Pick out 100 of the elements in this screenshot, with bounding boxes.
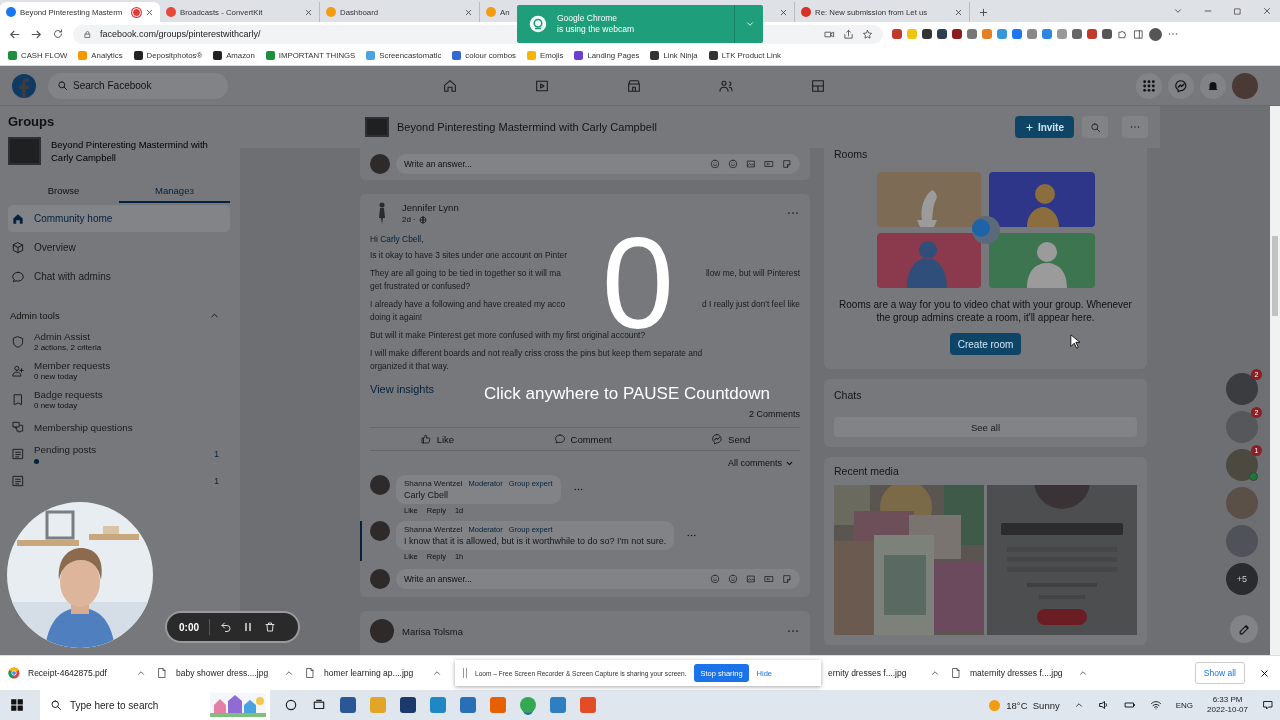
like-button[interactable]: Like xyxy=(413,432,461,446)
contact-avatar[interactable]: +5 xyxy=(1226,563,1258,595)
sticker-icon[interactable] xyxy=(782,574,792,584)
url-text: facebook.com/groups/pinterestwithcarly/ xyxy=(100,29,261,39)
download-item[interactable]: Receipt-4642875.pdf xyxy=(8,667,156,679)
item-title: Badge requests xyxy=(34,389,104,400)
app-icon[interactable] xyxy=(400,697,416,713)
star-icon[interactable] xyxy=(862,28,873,40)
insights-link[interactable]: View insights xyxy=(370,383,434,395)
admin-tool-item[interactable]: 1 xyxy=(8,468,230,494)
maximize-icon[interactable] xyxy=(1233,6,1242,16)
comment-text: Carly Cbell xyxy=(404,490,449,500)
weather-text[interactable]: 18°C Sunny xyxy=(1006,699,1060,711)
sticker-icon[interactable] xyxy=(782,159,792,169)
share-icon[interactable] xyxy=(843,28,854,40)
comment-count[interactable]: 2 Comments xyxy=(748,409,800,419)
item-title: Membership questions xyxy=(34,421,134,433)
chat-icon xyxy=(11,269,25,284)
language-indicator[interactable]: ENG xyxy=(1175,700,1194,710)
photo-icon[interactable] xyxy=(746,159,756,169)
admin-tool-item[interactable]: Badge requests 0 new today xyxy=(8,385,230,414)
gif-icon[interactable] xyxy=(764,159,774,169)
chevron-icon[interactable] xyxy=(1073,700,1084,710)
group-name[interactable]: Beyond Pinteresting Mastermind with Carly Campbell xyxy=(51,138,230,164)
comment-button[interactable]: Comment xyxy=(547,432,618,446)
emoji-icon[interactable] xyxy=(728,574,738,584)
wifi-icon[interactable] xyxy=(1149,699,1162,711)
notification-icon[interactable] xyxy=(1262,699,1274,711)
author-name[interactable]: Marisa Tolsma xyxy=(402,625,464,637)
avatar[interactable] xyxy=(1149,27,1162,41)
answer-field[interactable]: Write an answer... xyxy=(396,154,800,174)
chevron-icon[interactable] xyxy=(745,19,755,29)
gaming-icon[interactable] xyxy=(810,77,826,94)
messenger-icon xyxy=(711,433,724,445)
app-icon[interactable] xyxy=(520,697,536,713)
sidebar-icon[interactable] xyxy=(1133,28,1144,40)
battery-icon[interactable] xyxy=(1123,699,1136,711)
avatar xyxy=(370,619,394,643)
sidebar-item[interactable]: Community home xyxy=(8,205,230,232)
emoji-icon[interactable] xyxy=(710,159,720,169)
home-icon[interactable] xyxy=(442,77,458,94)
search-button[interactable] xyxy=(1082,116,1108,138)
item-title: Admin Assist xyxy=(34,331,92,342)
download-item[interactable]: homer learning ap....jpg xyxy=(304,667,452,679)
commenter-name[interactable]: Shanna Wentzel xyxy=(404,525,463,534)
clock-date[interactable]: 2022-10-07 xyxy=(1207,705,1248,715)
app-icon[interactable] xyxy=(340,697,356,713)
author-name[interactable]: Jennifer Lynn xyxy=(402,202,459,213)
new-message-button[interactable] xyxy=(1230,615,1258,643)
item-subtitle: 0 new today xyxy=(34,372,79,381)
emoji-icon[interactable] xyxy=(728,159,738,169)
download-item[interactable]: ernity dresses f....jpg xyxy=(828,668,950,678)
speaker-icon[interactable] xyxy=(1097,699,1110,711)
photo-icon[interactable] xyxy=(746,574,756,584)
search-field[interactable]: Search Facebook xyxy=(48,72,228,99)
admin-tool-item[interactable]: Pending posts 1 xyxy=(8,440,230,468)
post-text: But will it make Pinterest get more confused with my first original account? xyxy=(370,329,646,342)
sidebar-tab[interactable]: Manage3 xyxy=(119,179,230,203)
undo-icon[interactable] xyxy=(220,621,232,633)
countdown-message[interactable]: Click anywhere to PAUSE Countdown xyxy=(484,384,770,404)
pause-icon[interactable] xyxy=(242,621,254,633)
show-all-button[interactable]: Show all xyxy=(1194,662,1245,684)
clock-time[interactable]: 6:33 PM xyxy=(1212,695,1243,705)
admin-tool-item[interactable]: Admin Assist 2 actions, 2 criteria xyxy=(8,327,230,356)
send-button[interactable]: Send xyxy=(705,432,757,446)
avatar xyxy=(370,154,390,174)
store-icon[interactable] xyxy=(626,77,642,94)
item-subtitle: 2 actions, 2 criteria xyxy=(34,343,103,352)
site-icon xyxy=(366,51,376,60)
emoji-icon[interactable] xyxy=(710,574,720,584)
avatar xyxy=(370,569,390,589)
sidebar-item[interactable]: Chat with admins xyxy=(8,263,230,290)
new-tab-icon[interactable] xyxy=(978,7,989,18)
reload-icon[interactable] xyxy=(52,28,64,40)
admin-tool-item[interactable]: Member requests 0 new today xyxy=(8,356,230,385)
sidebar-tab[interactable]: Browse xyxy=(8,179,119,203)
site-icon xyxy=(133,51,143,60)
card-title: Rooms xyxy=(834,148,868,160)
chevron-icon[interactable] xyxy=(1173,6,1183,16)
see-all-button[interactable]: See all xyxy=(834,417,1137,437)
commenter-name[interactable]: Shanna Wentzel xyxy=(404,479,463,488)
menu-icon[interactable] xyxy=(1136,72,1162,99)
logo-icon[interactable] xyxy=(12,73,36,98)
post-text: Hi Carly Cbell, xyxy=(370,234,424,244)
gif-icon[interactable] xyxy=(764,574,774,584)
task-view-icon[interactable] xyxy=(312,698,326,712)
windows-icon[interactable] xyxy=(10,698,24,712)
download-item[interactable]: baby shower dress....jpg xyxy=(156,667,304,679)
sort-dropdown[interactable]: All comments xyxy=(722,457,800,469)
create-room-button[interactable]: Create room xyxy=(949,333,1022,355)
trash-icon[interactable] xyxy=(264,621,276,633)
answer-field[interactable]: Write an answer... xyxy=(396,569,800,589)
close-icon[interactable] xyxy=(1259,667,1270,679)
scrollbar[interactable] xyxy=(1270,106,1280,655)
admin-tool-item[interactable]: Membership questions xyxy=(8,414,230,440)
messenger-icon[interactable] xyxy=(1174,78,1188,93)
invite-button[interactable]: Invite xyxy=(1014,116,1074,138)
download-item[interactable]: maternity dresses f....jpg xyxy=(950,667,1098,679)
countdown-number[interactable]: 0 xyxy=(598,235,678,331)
sidebar-item[interactable]: Overview xyxy=(8,234,230,261)
